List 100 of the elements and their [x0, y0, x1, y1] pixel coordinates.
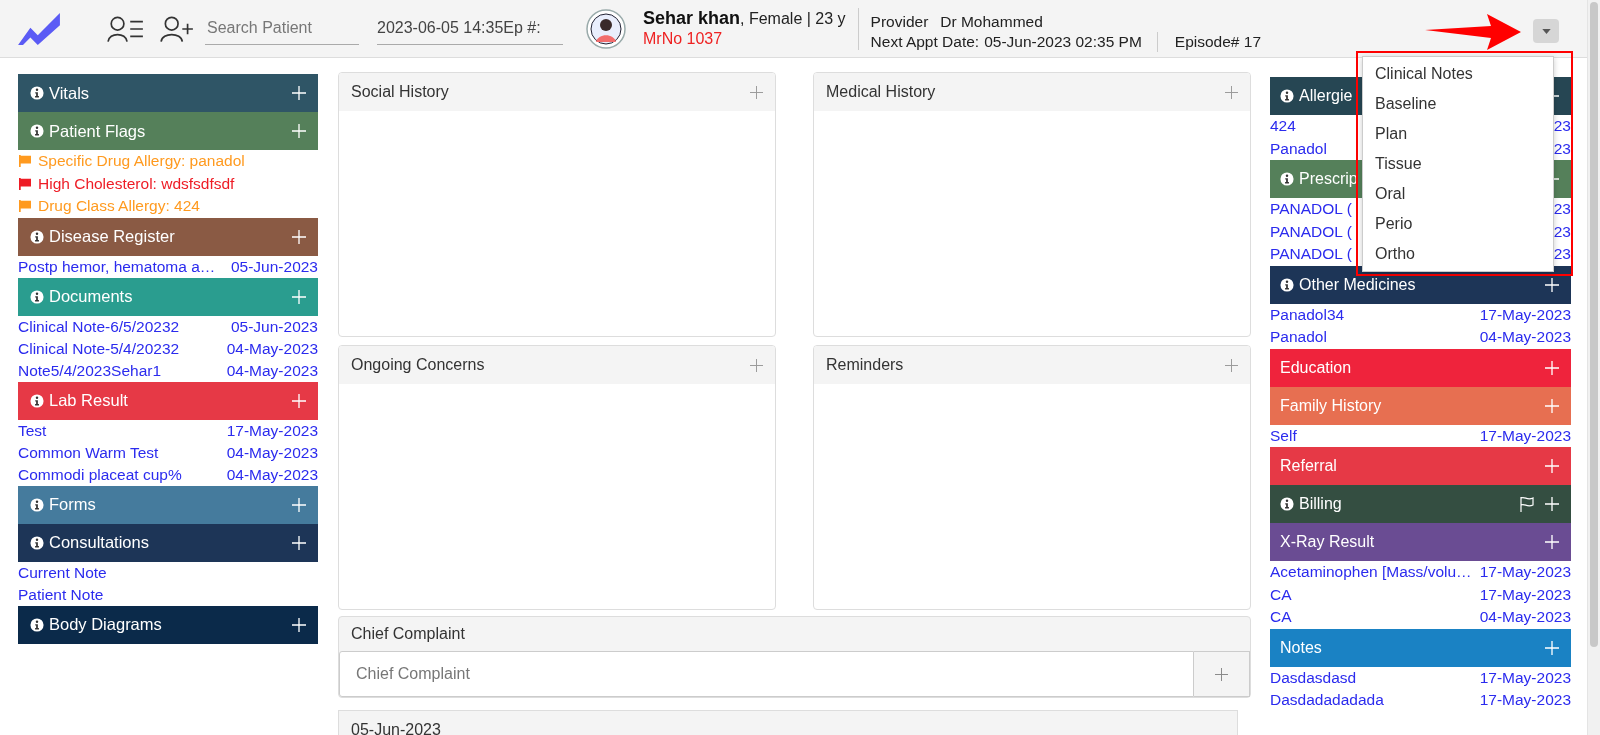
section-title: Disease Register: [49, 227, 175, 246]
item-link[interactable]: Panadol: [1270, 137, 1327, 160]
item-date: 17-May-2023: [1479, 690, 1571, 710]
info-icon[interactable]: [30, 617, 44, 632]
item-link[interactable]: Acetaminophen [Mass/volu…: [1270, 561, 1472, 584]
item-date: 05-Jun-2023: [230, 256, 318, 277]
search-field[interactable]: Search Patient: [205, 12, 359, 45]
menu-item[interactable]: Clinical Notes: [1363, 59, 1553, 89]
panel-title: Reminders: [826, 356, 904, 374]
caret-icon: [1541, 28, 1551, 34]
item-link[interactable]: CA: [1270, 606, 1292, 629]
item-date: 23: [1553, 138, 1571, 159]
section-header[interactable]: Forms: [18, 485, 318, 524]
scrollbar[interactable]: [1587, 0, 1600, 735]
item-link[interactable]: Dasdadadadada: [1270, 689, 1384, 712]
section-title: X-Ray Result: [1280, 533, 1375, 551]
section-header[interactable]: Body Diagrams: [18, 605, 318, 644]
section-title: Forms: [49, 495, 96, 514]
item-date: 17-May-2023: [226, 420, 318, 441]
section-header[interactable]: Education: [1270, 348, 1571, 387]
info-icon[interactable]: [30, 124, 44, 138]
item-link[interactable]: Postp hemor, hematoma a…: [18, 255, 216, 278]
avatar-icon: [586, 8, 626, 49]
section-title: Documents: [49, 287, 133, 306]
section-title: Family History: [1280, 396, 1382, 415]
item-link[interactable]: Panadol: [1270, 326, 1327, 349]
item-link[interactable]: Dasdasdasd: [1270, 666, 1357, 689]
section-title: Prescrip: [1299, 170, 1358, 188]
episode-text: Episode# 17: [1174, 31, 1261, 52]
item-link[interactable]: Patient Note: [18, 583, 104, 606]
section-header[interactable]: Vitals: [18, 74, 318, 112]
info-icon[interactable]: [1280, 172, 1294, 186]
panel-title: Chief Complaint: [351, 625, 465, 643]
section-header[interactable]: Consultations: [18, 523, 318, 562]
patient-list-icon[interactable]: [107, 14, 145, 43]
item-link[interactable]: Clinical Note-5/4/20232: [18, 337, 180, 360]
menu-item[interactable]: Tissue: [1363, 149, 1553, 179]
section-title: Notes: [1280, 638, 1322, 657]
item-date: 17-May-2023: [1479, 562, 1571, 582]
info-icon[interactable]: [1280, 497, 1294, 511]
section-title: Allergie: [1299, 87, 1353, 105]
add-patient-icon[interactable]: [159, 14, 195, 43]
item-link[interactable]: Commodi placeat cup%: [18, 463, 182, 486]
menu-item[interactable]: Perio: [1363, 209, 1553, 239]
info-icon[interactable]: [30, 289, 44, 304]
info-icon[interactable]: [30, 535, 44, 550]
section-header[interactable]: Notes: [1270, 628, 1571, 667]
panel-title: Medical History: [826, 83, 936, 101]
info-icon[interactable]: [30, 86, 44, 100]
item-link[interactable]: 424: [1270, 115, 1296, 138]
item-link[interactable]: Common Warm Test: [18, 441, 159, 464]
appt-label: Next Appt Date:: [870, 31, 980, 52]
section-title: Lab Result: [49, 391, 128, 410]
menu-item[interactable]: Plan: [1363, 119, 1553, 149]
menu-item[interactable]: Oral: [1363, 179, 1553, 209]
item-link[interactable]: Panadol34: [1270, 303, 1345, 326]
item-link[interactable]: PANADOL (: [1270, 243, 1352, 266]
info-icon[interactable]: [1280, 89, 1294, 103]
info-icon[interactable]: [1280, 277, 1294, 292]
item-link[interactable]: PANADOL (: [1270, 198, 1352, 221]
item-link[interactable]: Test: [18, 419, 47, 442]
item-date: 04-May-2023: [1479, 607, 1571, 627]
section-title: Patient Flags: [49, 121, 146, 141]
provider-name: Dr Mohammed: [940, 11, 1043, 32]
item-date: 23: [1553, 221, 1571, 242]
section-header[interactable]: Lab Result: [18, 381, 318, 420]
section-title: Other Medicines: [1299, 275, 1416, 294]
menu-item[interactable]: Baseline: [1363, 89, 1553, 119]
item-date: 05-Jun-2023: [230, 316, 318, 337]
add-icon: [1215, 667, 1228, 681]
section-header[interactable]: Disease Register: [18, 217, 318, 256]
date-field[interactable]: 2023-06-05 14:35Ep #:: [377, 12, 563, 45]
item-date: 04-May-2023: [226, 442, 318, 463]
section-title: Body Diagrams: [49, 615, 162, 634]
section-header[interactable]: Billing: [1270, 485, 1571, 523]
appt-value: 05-Jun-2023 02:35 PM: [984, 31, 1142, 52]
info-icon[interactable]: [30, 393, 44, 408]
item-link[interactable]: Current Note: [18, 561, 107, 584]
item-link[interactable]: Self: [1270, 424, 1297, 447]
flag-text[interactable]: High Cholesterol: wdsfsdfsdf: [38, 174, 235, 193]
dropdown-button[interactable]: [1533, 19, 1559, 43]
info-icon[interactable]: [30, 497, 44, 512]
item-date: 04-May-2023: [226, 360, 318, 381]
item-link[interactable]: CA: [1270, 583, 1292, 606]
section-title: Vitals: [49, 83, 90, 103]
section-title: Referral: [1280, 457, 1337, 475]
item-link[interactable]: Clinical Note-6/5/20232: [18, 315, 180, 338]
section-header[interactable]: X-Ray Result: [1270, 523, 1571, 561]
section-header[interactable]: Patient Flags: [18, 112, 318, 150]
panel-title: Ongoing Concerns: [351, 356, 485, 374]
panel-title: Social History: [351, 83, 449, 101]
logo-icon[interactable]: [17, 12, 61, 45]
item-link[interactable]: Note5/4/2023Sehar1: [18, 359, 162, 382]
section-header[interactable]: Referral: [1270, 447, 1571, 485]
item-date: 04-May-2023: [226, 464, 318, 485]
info-icon[interactable]: [30, 229, 44, 244]
flag-icon[interactable]: [1519, 496, 1535, 512]
item-date: 17-May-2023: [1479, 667, 1571, 688]
chief-complaint-field[interactable]: Chief Complaint: [339, 651, 1194, 697]
item-link[interactable]: PANADOL (: [1270, 220, 1352, 243]
